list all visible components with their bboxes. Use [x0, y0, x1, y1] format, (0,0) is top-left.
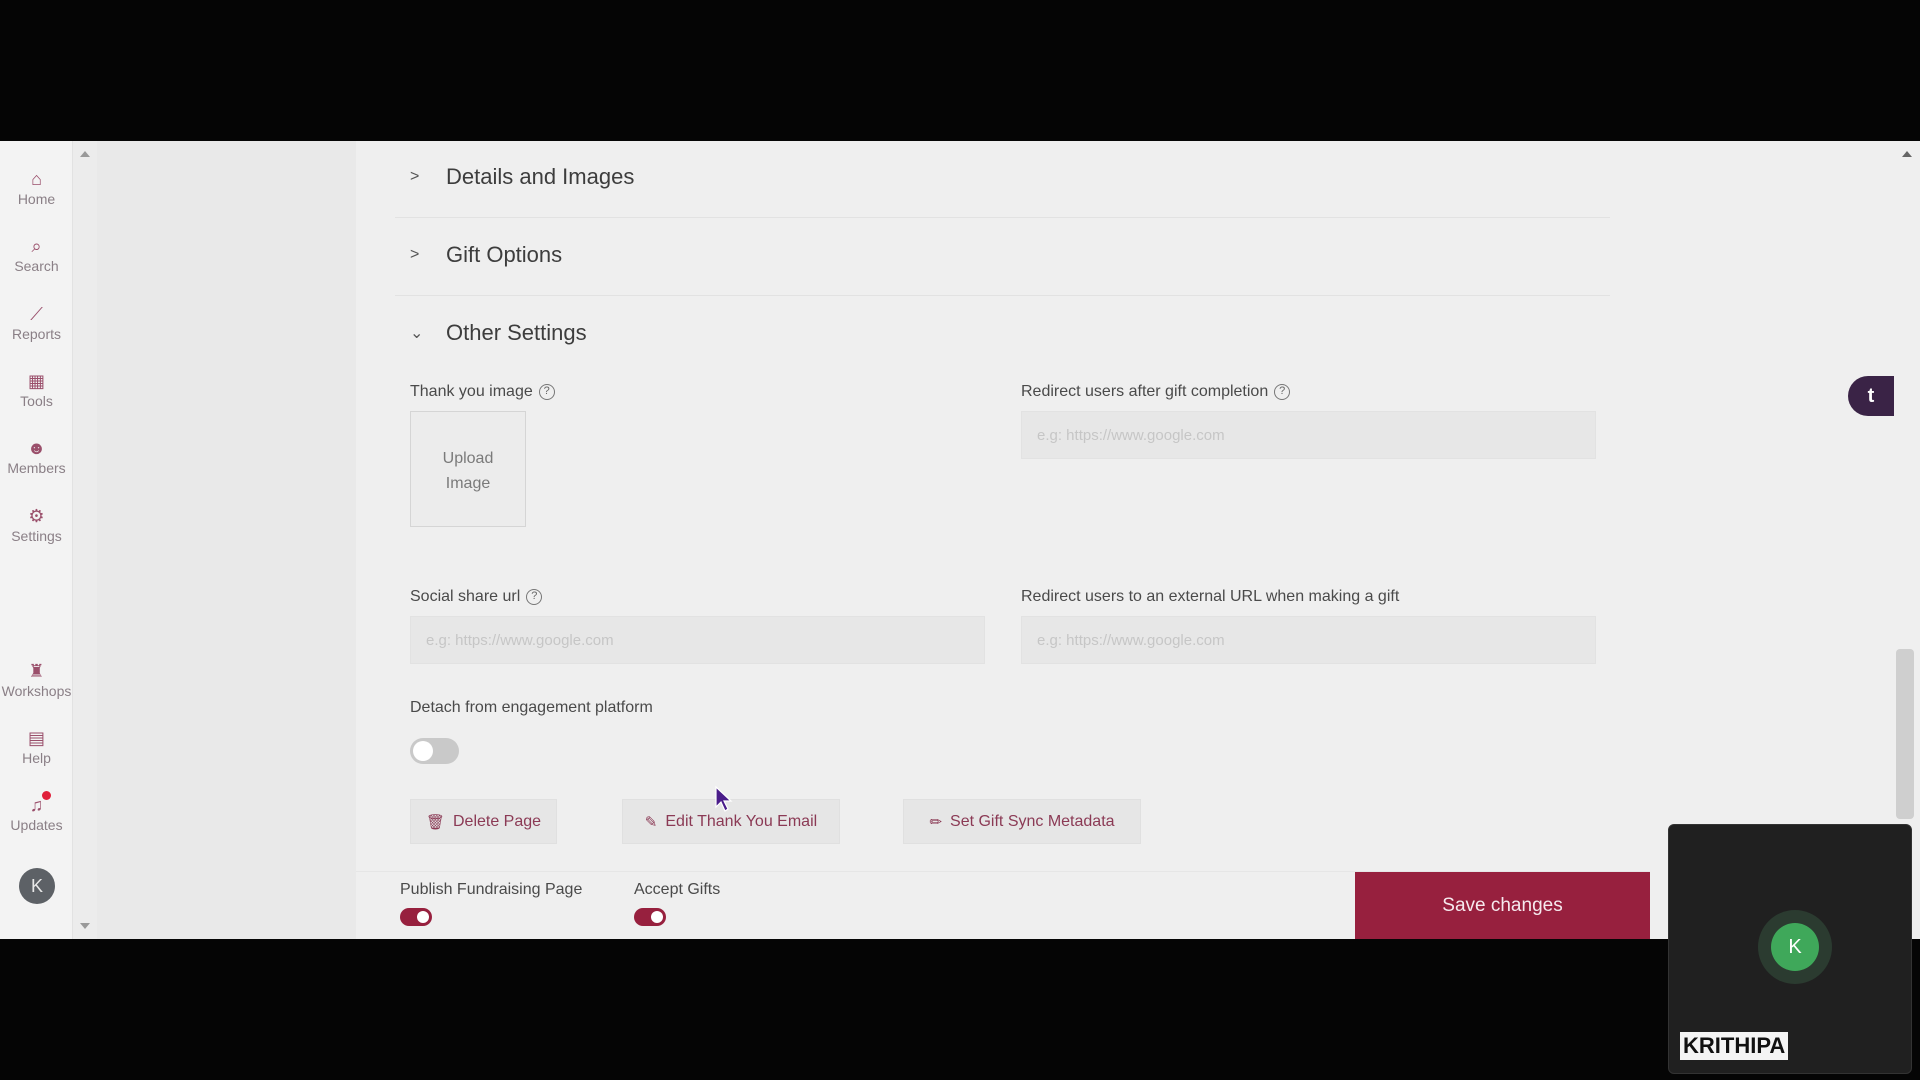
sidebar-item-settings[interactable]: ⚙ Settings	[0, 505, 73, 544]
floating-widget-button[interactable]: t	[1848, 376, 1894, 416]
chevron-right-icon: >	[410, 168, 420, 185]
social-share-url-label: Social share url ?	[410, 588, 543, 606]
main-scrollbar[interactable]	[1894, 141, 1920, 939]
section-other-settings[interactable]: ⌄ Other Settings	[410, 320, 587, 346]
sidebar-item-updates[interactable]: ♫ Updates	[0, 791, 73, 833]
sidebar-item-label: Home	[17, 191, 56, 207]
divider	[395, 217, 1610, 218]
bell-icon: ♫	[29, 795, 44, 815]
button-label: Delete Page	[452, 812, 542, 830]
app-window: ⌂ Home ⌕ Search ⟋ Reports ▦ Tools ☻ Memb…	[0, 141, 1920, 939]
label-text: Detach from engagement platform	[410, 699, 653, 716]
trash-icon: 🗑	[425, 813, 445, 831]
redirect-after-gift-label: Redirect users after gift completion ?	[1021, 383, 1291, 401]
sidebar-item-home[interactable]: ⌂ Home	[0, 168, 73, 207]
participant-avatar: K	[1758, 910, 1832, 984]
edit-icon: ✎	[644, 813, 658, 831]
sidebar-scrollbar[interactable]	[73, 141, 97, 939]
members-icon: ☻	[27, 438, 46, 458]
scroll-down-icon[interactable]	[80, 923, 90, 929]
section-title: Details and Images	[446, 164, 635, 189]
label-text: Accept Gifts	[634, 881, 721, 898]
delete-page-button[interactable]: 🗑 Delete Page	[410, 799, 557, 844]
main-scrollbar-thumb[interactable]	[1896, 649, 1914, 819]
section-title: Gift Options	[446, 242, 563, 267]
help-icon[interactable]: ?	[526, 589, 543, 605]
sidebar-item-workshops[interactable]: ♜ Workshops	[0, 660, 73, 699]
right-gutter	[1650, 141, 1894, 939]
scroll-up-icon[interactable]	[80, 151, 90, 157]
sidebar-item-search[interactable]: ⌕ Search	[0, 235, 73, 274]
sidebar-item-members[interactable]: ☻ Members	[0, 437, 73, 476]
chart-icon: ⟋	[30, 304, 43, 324]
home-icon: ⌂	[31, 169, 42, 189]
label-text: Publish Fundraising Page	[400, 881, 583, 898]
sidebar-item-tools[interactable]: ▦ Tools	[0, 370, 73, 409]
set-gift-sync-metadata-button[interactable]: ✏ Set Gift Sync Metadata	[903, 799, 1141, 844]
upload-image-button[interactable]: Upload Image	[410, 411, 526, 527]
label-text: Redirect users to an external URL when m…	[1021, 588, 1400, 605]
sidebar-item-label: Reports	[11, 326, 62, 342]
sidebar-item-help[interactable]: ▤ Help	[0, 727, 73, 766]
workshop-icon: ♜	[28, 661, 45, 681]
accept-gifts-toggle[interactable]	[634, 908, 666, 926]
sidebar-item-label: Tools	[20, 393, 53, 409]
detach-toggle[interactable]	[410, 738, 459, 764]
chevron-right-icon: >	[410, 246, 420, 263]
section-title: Other Settings	[446, 320, 587, 345]
book-icon: ▤	[27, 728, 45, 748]
publish-toggle[interactable]	[400, 908, 432, 926]
grid-icon: ▦	[27, 371, 45, 391]
notification-dot	[42, 791, 51, 800]
section-gift-options[interactable]: > Gift Options	[410, 242, 562, 268]
sidebar-item-label: Members	[7, 460, 66, 476]
chevron-down-icon: ⌄	[410, 325, 424, 342]
detach-label: Detach from engagement platform	[410, 699, 653, 717]
pencil-icon: ✏	[929, 813, 943, 831]
redirect-external-input[interactable]	[1021, 616, 1596, 664]
thank-you-image-label: Thank you image ?	[410, 383, 555, 401]
top-letterbox	[0, 0, 1920, 141]
sidebar-item-label: Settings	[11, 528, 62, 544]
divider	[395, 295, 1610, 296]
mouse-cursor-icon	[715, 785, 733, 812]
sidebar-item-label: Updates	[10, 817, 63, 833]
help-icon[interactable]: ?	[1274, 384, 1291, 400]
sidebar-nav: ⌂ Home ⌕ Search ⟋ Reports ▦ Tools ☻ Memb…	[0, 141, 73, 939]
sidebar-item-label: Search	[14, 258, 59, 274]
toggle-knob	[417, 911, 429, 923]
content-gutter	[97, 141, 356, 939]
social-share-url-input[interactable]	[410, 616, 985, 664]
sidebar-item-label: Help	[22, 750, 51, 766]
help-icon[interactable]: ?	[538, 384, 555, 400]
toggle-knob	[651, 911, 663, 923]
publish-label: Publish Fundraising Page	[400, 881, 582, 899]
redirect-external-label: Redirect users to an external URL when m…	[1021, 588, 1399, 606]
label-text: Social share url	[410, 588, 521, 605]
redirect-after-gift-input[interactable]	[1021, 411, 1596, 459]
user-avatar[interactable]: K	[19, 868, 55, 904]
section-details-and-images[interactable]: > Details and Images	[410, 164, 634, 190]
toggle-knob	[413, 741, 433, 761]
accept-gifts-label: Accept Gifts	[634, 881, 720, 899]
participant-initial: K	[1771, 923, 1819, 971]
upload-text: Image	[445, 475, 491, 492]
gear-icon: ⚙	[28, 506, 45, 526]
search-icon: ⌕	[31, 236, 42, 256]
participant-name: KRITHIPA	[1680, 1032, 1789, 1060]
label-text: Thank you image	[410, 383, 533, 400]
button-label: Edit Thank You Email	[665, 812, 818, 830]
sidebar-item-reports[interactable]: ⟋ Reports	[0, 303, 73, 342]
upload-text: Upload	[442, 450, 494, 467]
sidebar-item-label: Workshops	[1, 683, 72, 699]
button-label: Set Gift Sync Metadata	[950, 812, 1115, 830]
save-changes-button[interactable]: Save changes	[1355, 872, 1650, 939]
bottom-letterbox	[0, 939, 1920, 1080]
label-text: Redirect users after gift completion	[1021, 383, 1269, 400]
scroll-up-icon[interactable]	[1902, 151, 1912, 157]
